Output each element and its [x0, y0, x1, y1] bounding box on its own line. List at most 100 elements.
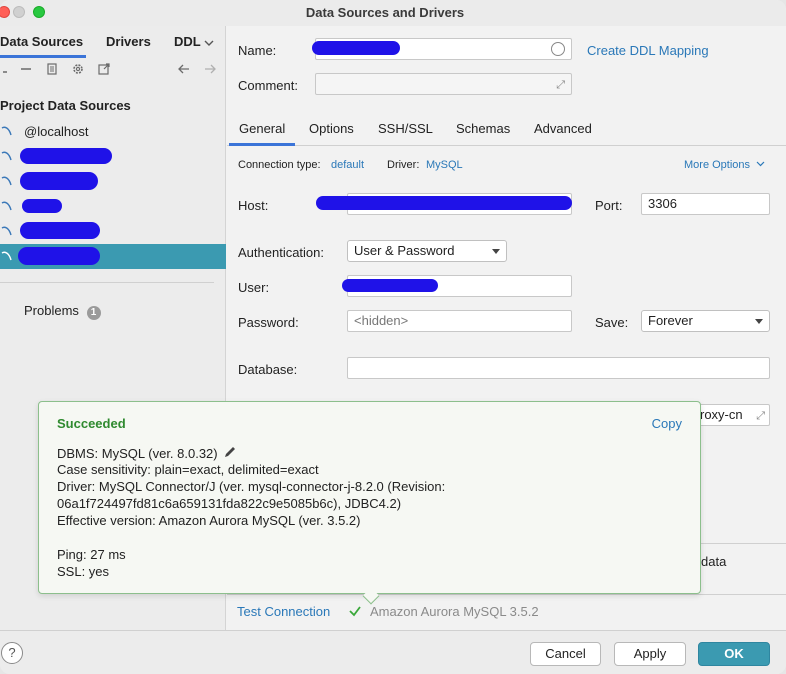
popup-line: Case sensitivity: plain=exact, delimited… [57, 462, 319, 477]
active-tab-indicator [229, 143, 295, 146]
redaction-mark [20, 172, 98, 190]
password-label: Password: [238, 315, 299, 330]
redaction-mark [18, 247, 100, 265]
titlebar: Data Sources and Drivers [0, 0, 786, 26]
export-icon[interactable] [96, 62, 112, 78]
tab-data-sources[interactable]: Data Sources [0, 34, 83, 49]
name-label: Name: [238, 43, 277, 58]
ok-button[interactable]: OK [698, 642, 770, 666]
redaction-mark [316, 196, 572, 210]
help-button[interactable]: ? [1, 642, 23, 664]
tab-ddl[interactable]: DDL [174, 34, 201, 49]
authentication-select[interactable]: User & Password [347, 240, 507, 262]
driver-label: Driver: [387, 159, 420, 171]
popup-line: Driver: MySQL Connector/J (ver. mysql-co… [57, 479, 446, 494]
arrow-left-icon[interactable] [176, 62, 192, 78]
chevron-down-icon [492, 249, 500, 254]
expand-icon[interactable]: ⤢ [756, 408, 765, 424]
bottom-bar: ? Cancel Apply OK [0, 630, 786, 674]
comment-label: Comment: [238, 78, 298, 93]
url-field[interactable]: roxy-cn ⤢ [693, 404, 770, 426]
connection-type-link[interactable]: default [331, 159, 364, 171]
data-source-item[interactable] [0, 219, 226, 244]
tab-advanced[interactable]: Advanced [534, 121, 592, 136]
database-field[interactable] [347, 357, 770, 379]
create-ddl-mapping-link[interactable]: Create DDL Mapping [587, 43, 709, 58]
user-label: User: [238, 280, 270, 295]
save-value: Forever [648, 313, 693, 328]
host-field[interactable] [316, 193, 572, 215]
mysql-dolphin-icon [0, 149, 14, 163]
window-title: Data Sources and Drivers [305, 5, 465, 20]
port-label: Port: [595, 198, 623, 213]
driver-link[interactable]: MySQL [426, 159, 463, 171]
host-label: Host: [238, 198, 269, 213]
tab-options[interactable]: Options [309, 121, 354, 136]
tab-ssh-ssl[interactable]: SSH/SSL [378, 121, 433, 136]
duplicate-icon[interactable] [44, 62, 60, 78]
problems-label: Problems [24, 303, 79, 318]
name-field[interactable] [312, 38, 572, 60]
save-label: Save: [595, 315, 629, 330]
arrow-right-icon[interactable] [202, 62, 218, 78]
remove-icon[interactable] [18, 62, 34, 78]
data-source-item[interactable] [0, 194, 226, 219]
tab-drivers[interactable]: Drivers [106, 34, 151, 49]
redaction-mark [20, 148, 112, 164]
dialog-window: Data Sources and Drivers Data Sources Dr… [0, 0, 786, 674]
gear-icon[interactable] [70, 62, 86, 78]
popup-line: Ping: 27 ms [57, 547, 126, 562]
chevron-down-icon [755, 319, 763, 324]
tab-general[interactable]: General [239, 121, 285, 136]
url-field-value: roxy-cn [700, 407, 743, 422]
port-field[interactable]: 3306 [641, 193, 770, 215]
popup-line-dbms: DBMS: MySQL (ver. 8.0.32) [57, 445, 237, 461]
cancel-button[interactable]: Cancel [530, 642, 601, 666]
popup-line-dbms-text: DBMS: MySQL (ver. 8.0.32) [57, 446, 218, 461]
redaction-mark [312, 41, 400, 55]
test-connection-link[interactable]: Test Connection [237, 604, 330, 619]
user-field[interactable] [342, 275, 572, 297]
tab-schemas[interactable]: Schemas [456, 121, 510, 136]
problems-link[interactable]: Problems 1 [24, 303, 101, 320]
database-label: Database: [238, 362, 298, 377]
redaction-mark [342, 279, 438, 292]
mysql-dolphin-icon [0, 199, 14, 213]
popup-line: 06a1f724497fd81c6a659131fda822c9e5085b6c… [57, 496, 402, 511]
data-source-item-selected[interactable] [0, 244, 226, 269]
chevron-down-icon [756, 161, 765, 167]
mysql-dolphin-icon [0, 124, 14, 138]
comment-field[interactable]: ⤢ [315, 73, 572, 95]
popup-line: Effective version: Amazon Aurora MySQL (… [57, 513, 361, 528]
problems-count-badge: 1 [86, 306, 101, 320]
apply-button[interactable]: Apply [614, 642, 686, 666]
data-source-item[interactable]: @localhost [0, 119, 226, 144]
popup-line: SSL: yes [57, 564, 110, 579]
divider [0, 282, 214, 283]
data-source-item[interactable] [0, 169, 226, 194]
data-text: data [701, 554, 727, 569]
divider [227, 594, 786, 595]
chevron-down-icon[interactable] [204, 36, 214, 46]
authentication-value: User & Password [354, 243, 455, 258]
left-toolbar [0, 60, 226, 82]
settings-tabs: General Options SSH/SSL Schemas Advanced [227, 118, 786, 146]
color-picker-icon[interactable] [551, 42, 565, 56]
password-field[interactable]: <hidden> [347, 310, 572, 332]
expand-icon[interactable]: ⤢ [556, 77, 565, 93]
data-source-label: @localhost [24, 124, 89, 139]
connection-succeeded-popup: Succeeded Copy DBMS: MySQL (ver. 8.0.32)… [38, 401, 701, 594]
active-tab-indicator [0, 55, 86, 58]
test-result-text: Amazon Aurora MySQL 3.5.2 [370, 604, 539, 619]
data-source-item[interactable] [0, 144, 226, 169]
more-options-label: More Options [684, 159, 751, 171]
project-data-sources-heading: Project Data Sources [0, 98, 131, 113]
copy-link[interactable]: Copy [652, 416, 682, 431]
save-select[interactable]: Forever [641, 310, 770, 332]
more-options-link[interactable]: More Options [684, 159, 765, 171]
connection-type-label: Connection type: [238, 159, 321, 171]
authentication-label: Authentication: [238, 245, 325, 260]
redaction-mark [22, 199, 62, 213]
add-icon[interactable] [0, 62, 16, 78]
redaction-mark [20, 222, 100, 239]
